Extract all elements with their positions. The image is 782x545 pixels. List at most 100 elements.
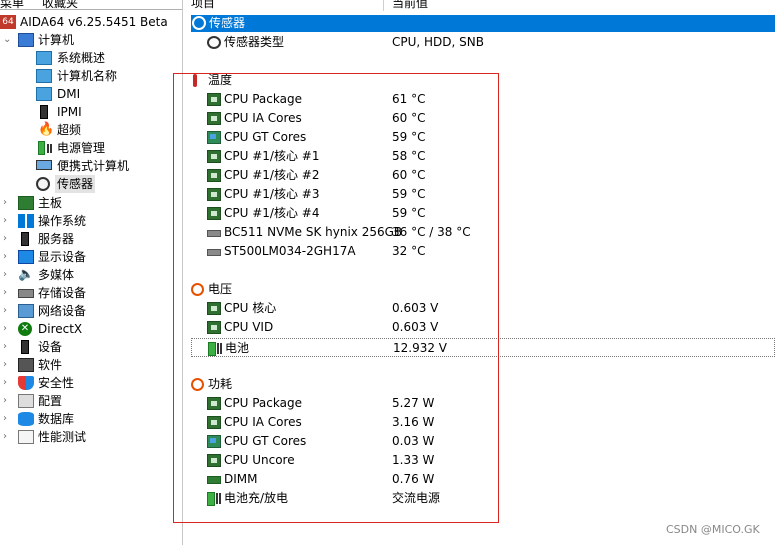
row-value: 3.16 W [392, 415, 435, 429]
row-temp-cpu-gt-cores[interactable]: CPU GT Cores 59 °C [191, 128, 775, 147]
row-value: 59 °C [392, 187, 426, 201]
tree-label: DMI [57, 87, 81, 101]
row-name: BC511 NVMe SK hynix 256GB [224, 225, 403, 239]
row-volt-battery[interactable]: 电池 12.932 V [191, 338, 775, 357]
database-icon [18, 412, 34, 426]
benchmark-icon [18, 430, 34, 444]
pane-divider[interactable] [182, 0, 183, 545]
row-value: 交流电源 [392, 491, 441, 505]
row-name: CPU Package [224, 92, 302, 106]
tree-label: 安全性 [38, 376, 75, 390]
row-name: CPU #1/核心 #2 [224, 168, 320, 182]
expand-icon[interactable]: › [3, 428, 13, 446]
collapse-icon[interactable]: ⌄ [3, 31, 13, 49]
tree-label: 性能测试 [38, 430, 87, 444]
storage-icon [18, 289, 34, 298]
row-name: DIMM [224, 472, 258, 486]
expand-icon[interactable]: › [3, 356, 13, 374]
config-icon [18, 394, 34, 408]
row-sensor-type[interactable]: 传感器类型 CPU, HDD, SNB [191, 33, 775, 52]
tree-label: 便携式计算机 [57, 159, 130, 173]
row-temp-core-3[interactable]: CPU #1/核心 #3 59 °C [191, 185, 775, 204]
chip-icon [207, 112, 221, 125]
row-name: CPU GT Cores [224, 434, 307, 448]
row-value: 60 °C [392, 168, 426, 182]
row-temp-hdd[interactable]: ST500LM034-2GH17A 32 °C [191, 242, 775, 261]
row-power-cpu-gt-cores[interactable]: CPU GT Cores 0.03 W [191, 432, 775, 451]
monitor-icon [18, 33, 34, 47]
column-value[interactable]: 当前值 [392, 0, 428, 11]
column-divider[interactable] [383, 0, 384, 11]
expand-icon[interactable]: › [3, 248, 13, 266]
expand-icon[interactable]: › [3, 194, 13, 212]
row-temp-nvme[interactable]: BC511 NVMe SK hynix 256GB 36 °C / 38 °C [191, 223, 775, 242]
expand-icon[interactable]: › [3, 266, 13, 284]
battery-icon [207, 492, 215, 506]
flame-icon: 🔥 [38, 122, 55, 137]
row-power-cpu-ia-cores[interactable]: CPU IA Cores 3.16 W [191, 413, 775, 432]
section-power[interactable]: 功耗 [191, 375, 775, 394]
row-name: 电池充/放电 [224, 491, 289, 505]
column-header: 项目 当前值 [183, 0, 782, 11]
expand-icon[interactable]: › [3, 392, 13, 410]
chip-icon [207, 188, 221, 201]
row-value: 1.33 W [392, 453, 435, 467]
row-name: CPU #1/核心 #3 [224, 187, 320, 201]
row-power-dimm[interactable]: DIMM 0.76 W [191, 470, 775, 489]
row-power-cpu-package[interactable]: CPU Package 5.27 W [191, 394, 775, 413]
row-temp-core-4[interactable]: CPU #1/核心 #4 59 °C [191, 204, 775, 223]
row-temp-cpu-package[interactable]: CPU Package 61 °C [191, 90, 775, 109]
chip-icon [207, 321, 221, 334]
device-icon [21, 340, 29, 354]
aida64-logo-icon: 64 [0, 15, 16, 29]
plug-icon [216, 493, 221, 504]
row-volt-cpu-core[interactable]: CPU 核心 0.603 V [191, 299, 775, 318]
section-temperature[interactable]: 温度 [191, 71, 775, 90]
chip-icon [207, 93, 221, 106]
chip-icon [207, 397, 221, 410]
section-voltage[interactable]: 电压 [191, 280, 775, 299]
tree-label: 设备 [38, 340, 63, 354]
row-value: 58 °C [392, 149, 426, 163]
tower-icon [40, 105, 48, 119]
row-name: CPU 核心 [224, 301, 277, 315]
row-power-cpu-uncore[interactable]: CPU Uncore 1.33 W [191, 451, 775, 470]
expand-icon[interactable]: › [3, 212, 13, 230]
tree-label: 系统概述 [57, 51, 106, 65]
laptop-icon [36, 160, 52, 170]
row-name: CPU IA Cores [224, 415, 302, 429]
header-label: 传感器 [209, 16, 246, 30]
thermometer-icon [193, 74, 197, 87]
drive-icon [207, 249, 221, 256]
expand-icon[interactable]: › [3, 302, 13, 320]
row-value: 0.603 V [392, 301, 439, 315]
row-value: 61 °C [392, 92, 426, 106]
row-value: 12.932 V [393, 341, 448, 355]
row-value: 32 °C [392, 244, 426, 258]
expand-icon[interactable]: › [3, 230, 13, 248]
row-temp-core-2[interactable]: CPU #1/核心 #2 60 °C [191, 166, 775, 185]
memory-icon [207, 476, 221, 484]
detail-selected-header[interactable]: 传感器 [191, 15, 775, 32]
column-item[interactable]: 项目 [191, 0, 215, 11]
battery-icon [208, 342, 216, 356]
row-power-battery-charge[interactable]: 电池充/放电 交流电源 [191, 489, 775, 508]
network-icon [18, 304, 34, 318]
gauge-icon [36, 177, 50, 191]
gpu-icon [207, 435, 221, 448]
row-temp-cpu-ia-cores[interactable]: CPU IA Cores 60 °C [191, 109, 775, 128]
row-temp-core-1[interactable]: CPU #1/核心 #1 58 °C [191, 147, 775, 166]
plug-icon [47, 144, 52, 153]
tree-label: 电源管理 [57, 141, 106, 155]
expand-icon[interactable]: › [3, 338, 13, 356]
section-title: 功耗 [208, 377, 233, 391]
row-volt-cpu-vid[interactable]: CPU VID 0.603 V [191, 318, 775, 337]
expand-icon[interactable]: › [3, 374, 13, 392]
tree-label: 配置 [38, 394, 63, 408]
server-icon [21, 232, 29, 246]
expand-icon[interactable]: › [3, 320, 13, 338]
expand-icon[interactable]: › [3, 410, 13, 428]
tree-label: DirectX [38, 322, 83, 336]
expand-icon[interactable]: › [3, 284, 13, 302]
tree-label: 存储设备 [38, 286, 87, 300]
